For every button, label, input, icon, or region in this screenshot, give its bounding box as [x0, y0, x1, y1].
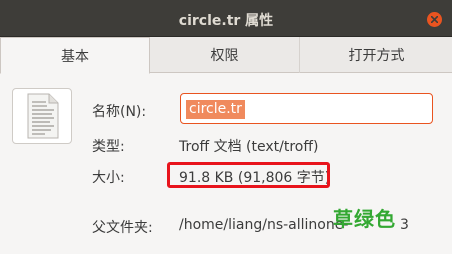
- type-value: Troff 文档 (text/troff): [179, 139, 319, 155]
- parent-folder-value: /home/liang/ns-allinone-: [179, 217, 349, 233]
- type-label: 类型:: [92, 139, 125, 155]
- tab-open-with[interactable]: 打开方式: [301, 37, 452, 73]
- name-input-selected-text: circle.tr: [186, 100, 245, 119]
- tab-basic[interactable]: 基本: [0, 37, 150, 74]
- name-label: 名称(N):: [92, 104, 147, 120]
- tab-bar: 基本 权限 打开方式: [0, 37, 452, 74]
- title-bar: circle.tr 属性: [0, 0, 452, 37]
- name-input[interactable]: circle.tr: [180, 93, 433, 124]
- close-button[interactable]: [427, 12, 442, 27]
- size-label: 大小:: [92, 170, 125, 186]
- window-title: circle.tr 属性: [178, 13, 274, 29]
- size-highlight-box: [167, 162, 330, 188]
- watermark-text: 草绿色: [333, 207, 396, 231]
- file-icon-frame: [12, 88, 72, 144]
- parent-folder-label: 父文件夹:: [92, 220, 153, 236]
- close-icon: [431, 16, 438, 23]
- parent-folder-value-tail: 3: [400, 217, 409, 233]
- text-document-icon: [27, 93, 59, 139]
- tab-permissions[interactable]: 权限: [150, 37, 300, 73]
